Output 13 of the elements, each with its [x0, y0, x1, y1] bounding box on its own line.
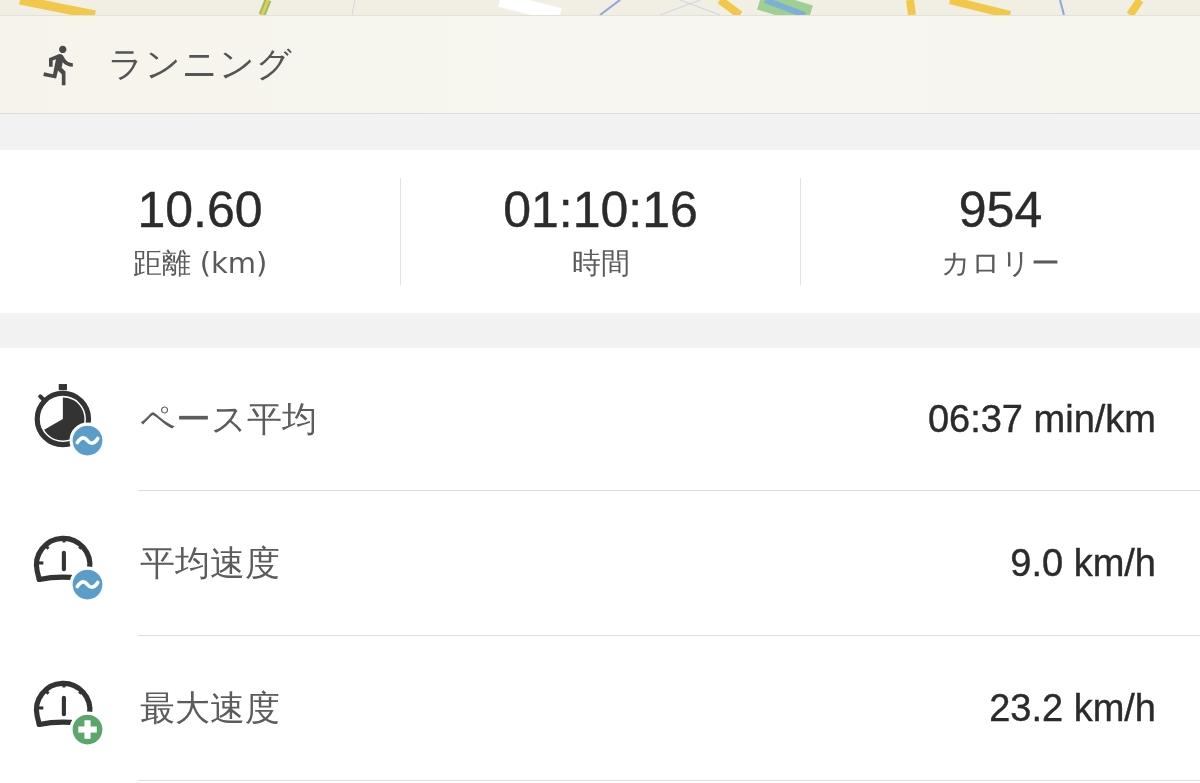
metric-label: 平均速度: [140, 541, 280, 585]
summary-value: 10.60: [137, 181, 263, 240]
summary-value: 01:10:16: [503, 181, 698, 240]
metric-label: 最大速度: [140, 686, 280, 730]
metric-value: 9.0 km/h: [1010, 541, 1156, 585]
metric-value: 23.2 km/h: [989, 686, 1156, 730]
summary-value: 954: [958, 181, 1043, 240]
summary-label: カロリー: [941, 245, 1060, 282]
activity-title: ランニング: [108, 43, 293, 86]
metric-value: 06:37 min/km: [927, 397, 1156, 441]
summary-label: 時間: [571, 245, 630, 282]
metric-label: ペース平均: [140, 397, 317, 441]
summary-label: 距離 (km): [132, 245, 268, 282]
